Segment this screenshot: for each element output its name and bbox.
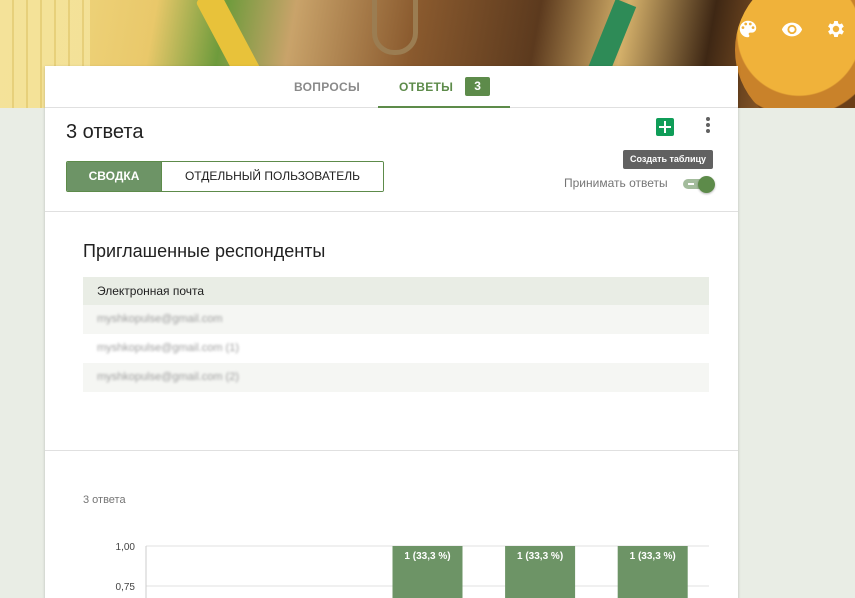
y-tick-label: 0,75: [116, 582, 136, 593]
email-cell: myshkopulse@gmail.com: [97, 313, 223, 325]
header-actions: [737, 18, 847, 40]
section-divider: [45, 450, 738, 451]
tab-questions[interactable]: ВОПРОСЫ: [294, 66, 360, 108]
toggle-knob: [698, 176, 715, 193]
email-cell: myshkopulse@gmail.com (1): [97, 342, 239, 354]
view-toggle: СВОДКА ОТДЕЛЬНЫЙ ПОЛЬЗОВАТЕЛЬ: [66, 161, 384, 192]
create-spreadsheet-button[interactable]: [656, 118, 674, 136]
eye-icon[interactable]: [781, 18, 803, 40]
responses-title: 3 ответа: [66, 121, 144, 143]
table-header: Электронная почта: [83, 277, 709, 305]
responses-count-badge: 3: [465, 77, 491, 97]
form-tabs: ВОПРОСЫ ОТВЕТЫ 3: [45, 66, 738, 108]
palette-icon[interactable]: [737, 18, 759, 40]
invited-respondents-table: Электронная почта myshkopulse@gmail.com …: [83, 277, 709, 392]
more-options-icon[interactable]: [705, 117, 711, 135]
bar-data-label: 1 (33,3 %): [404, 551, 450, 562]
table-row: myshkopulse@gmail.com: [83, 305, 709, 334]
tab-responses[interactable]: ОТВЕТЫ 3: [378, 66, 510, 108]
email-cell: myshkopulse@gmail.com (2): [97, 371, 239, 383]
create-spreadsheet-tooltip: Создать таблицу: [623, 150, 714, 169]
gear-icon[interactable]: [825, 18, 847, 40]
bar-data-label: 1 (33,3 %): [517, 551, 563, 562]
section-divider: [45, 211, 738, 212]
individual-button[interactable]: ОТДЕЛЬНЫЙ ПОЛЬЗОВАТЕЛЬ: [161, 162, 383, 191]
y-tick-label: 1,00: [116, 542, 136, 553]
invited-respondents-title: Приглашенные респонденты: [83, 241, 326, 261]
summary-button[interactable]: СВОДКА: [67, 162, 161, 191]
bar-data-label: 1 (33,3 %): [630, 551, 676, 562]
responses-bar-chart: 1,00 0,75 1 (33,3 %) 1 (33,3 %) 1 (33,3 %): [116, 542, 709, 598]
tab-responses-label: ОТВЕТЫ: [399, 80, 454, 94]
banner-decoration: [372, 0, 418, 55]
banner-decoration: [735, 0, 855, 108]
accept-responses-label: Принимать ответы: [564, 176, 668, 190]
table-row: myshkopulse@gmail.com (2): [83, 363, 709, 392]
question-response-count: 3 ответа: [83, 494, 126, 506]
accept-responses-toggle[interactable]: [683, 176, 715, 193]
table-row: myshkopulse@gmail.com (1): [83, 334, 709, 363]
responses-card: ВОПРОСЫ ОТВЕТЫ 3 3 ответа Создать таблицу…: [45, 66, 738, 598]
